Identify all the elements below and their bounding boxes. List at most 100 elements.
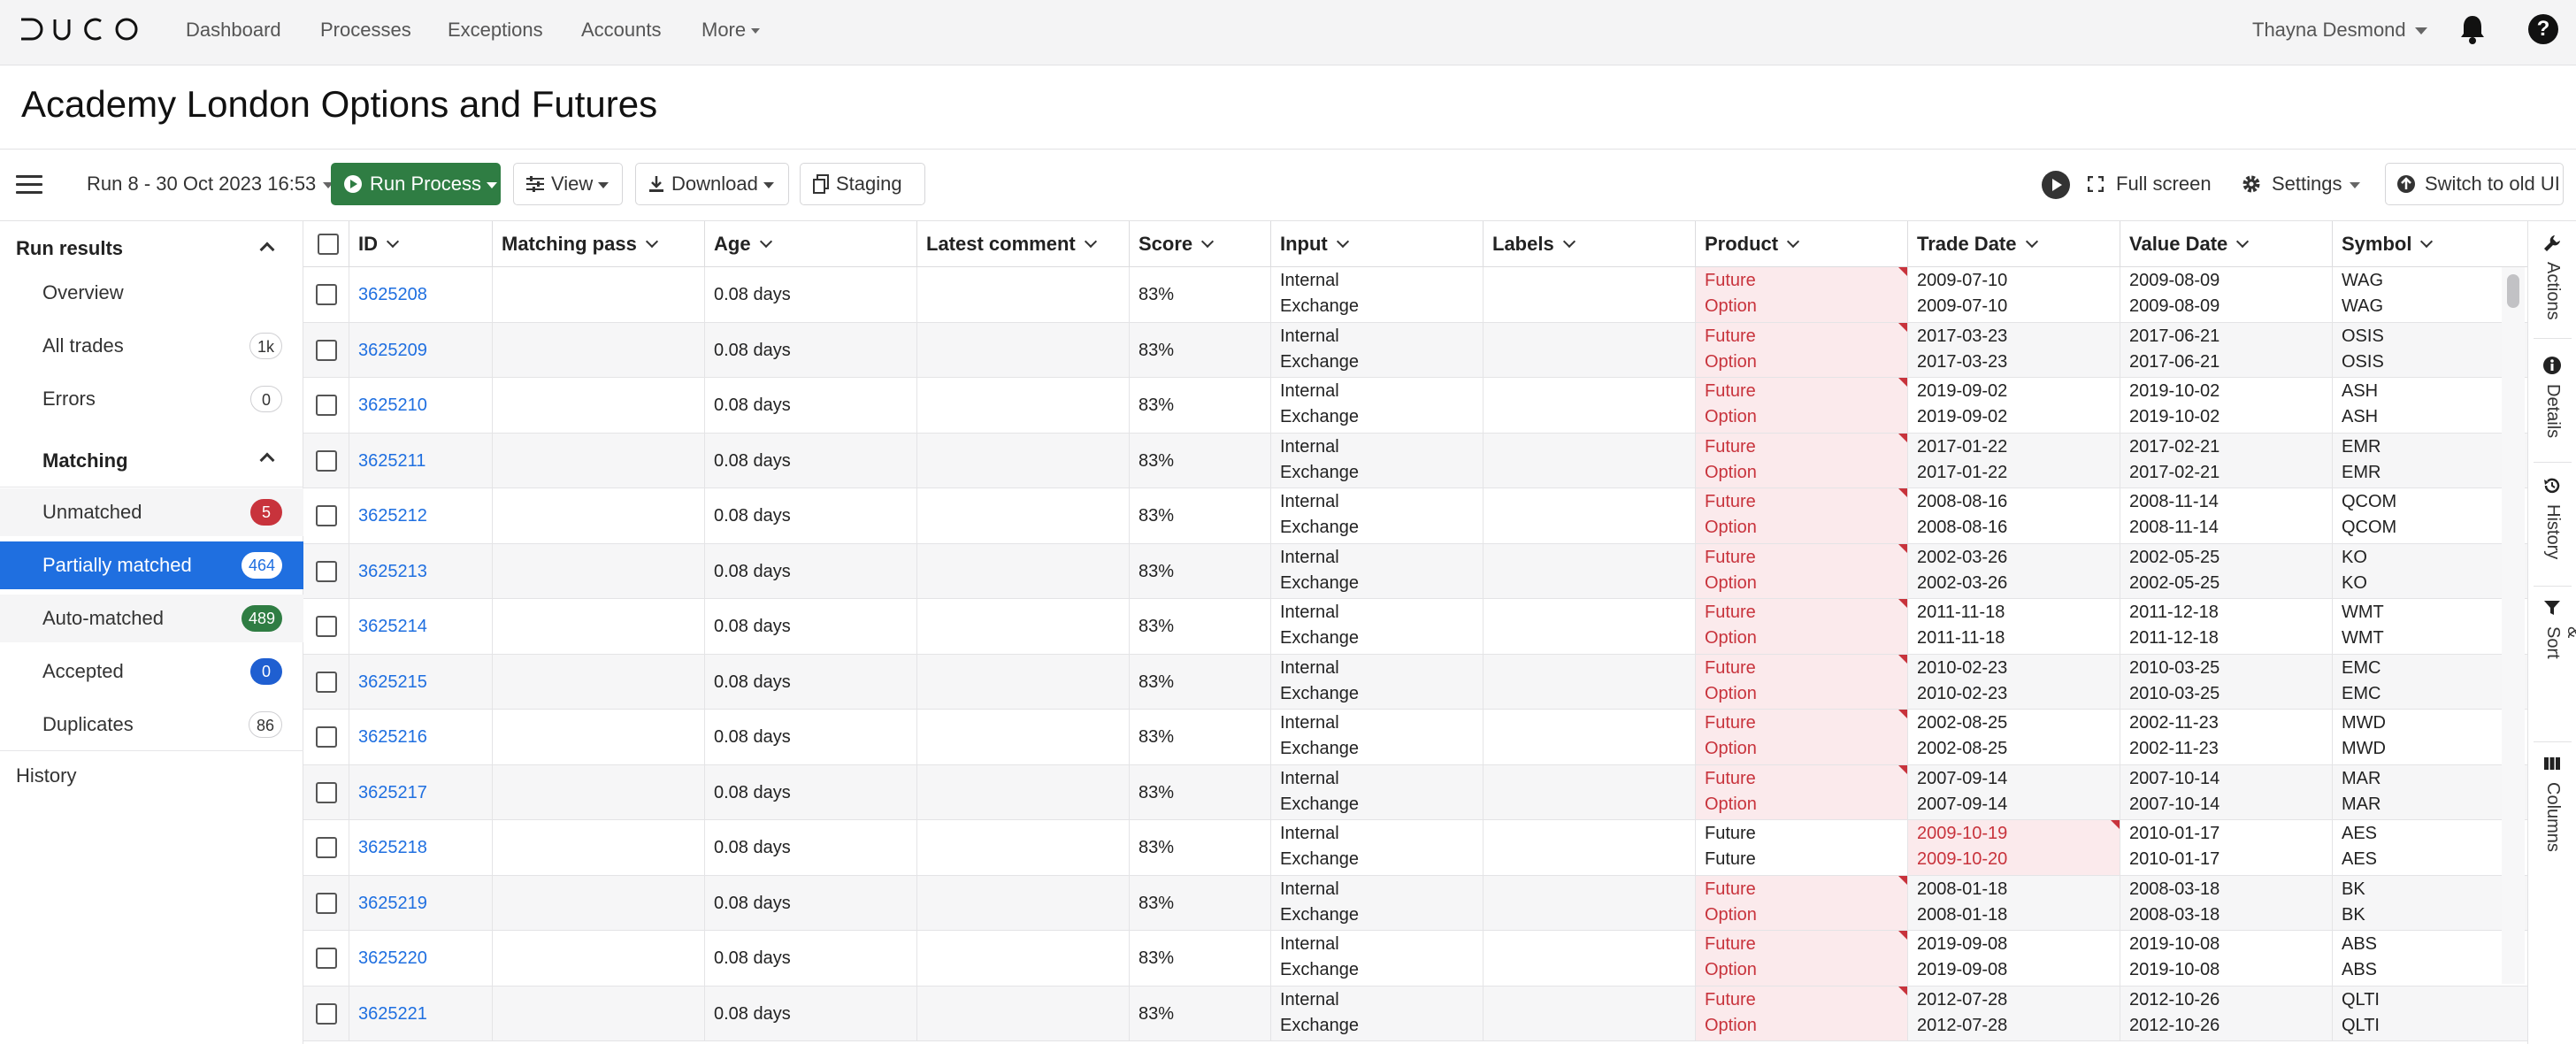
nav-processes[interactable]: Processes xyxy=(320,19,411,42)
trade-id-link[interactable]: 3625211 xyxy=(358,451,426,471)
nav-dashboard[interactable]: Dashboard xyxy=(186,19,281,42)
table-row[interactable]: 3625217 0.08 days 83% Internal Exchange Futur… xyxy=(303,764,2527,820)
table-row[interactable]: 3625221 0.08 days 83% Internal Exchange Futur… xyxy=(303,986,2527,1041)
row-checkbox[interactable] xyxy=(316,1002,337,1025)
table-row[interactable]: 3625210 0.08 days 83% Internal Exchange Futur… xyxy=(303,378,2527,434)
bell-icon[interactable] xyxy=(2459,14,2486,49)
table-row[interactable]: 3625219 0.08 days 83% Internal Exchange Futur… xyxy=(303,875,2527,931)
nav-exceptions[interactable]: Exceptions xyxy=(448,19,543,42)
run-selector[interactable]: Run 8 - 30 Oct 2023 16:53 xyxy=(87,173,334,196)
trade-id-link[interactable]: 3625212 xyxy=(358,506,427,526)
cell-line-2: 2008-11-14 xyxy=(2129,518,2219,537)
table-row[interactable]: 3625214 0.08 days 83% Internal Exchange Futur… xyxy=(303,599,2527,655)
trade-id-link[interactable]: 3625214 xyxy=(358,617,427,636)
matching-pass-cell xyxy=(493,875,705,930)
row-checkbox[interactable] xyxy=(316,781,337,803)
view-button[interactable]: View xyxy=(513,163,623,205)
row-checkbox[interactable] xyxy=(316,616,337,637)
column-header-score[interactable]: Score xyxy=(1130,221,1271,267)
full-screen-button[interactable]: Full screen xyxy=(2087,173,2212,196)
trade-id-link[interactable]: 3625208 xyxy=(358,285,427,304)
duco-logo[interactable] xyxy=(19,16,140,47)
table-row[interactable]: 3625215 0.08 days 83% Internal Exchange Futur… xyxy=(303,654,2527,710)
matching-pass-cell xyxy=(493,986,705,1040)
sidebar-item-errors[interactable]: Errors 0 xyxy=(0,375,303,423)
sidebar-item-unmatched[interactable]: Unmatched 5 xyxy=(0,488,303,536)
row-checkbox[interactable] xyxy=(316,395,337,416)
table-row[interactable]: 3625218 0.08 days 83% Internal Exchange Futur… xyxy=(303,820,2527,876)
settings-button[interactable]: Settings xyxy=(2242,173,2360,196)
run-process-button[interactable]: Run Process xyxy=(331,163,501,205)
trade-id-link[interactable]: 3625217 xyxy=(358,783,427,802)
table-row[interactable]: 3625212 0.08 days 83% Internal Exchange Futur… xyxy=(303,488,2527,544)
select-all-checkbox[interactable] xyxy=(318,234,339,255)
trade-id-link[interactable]: 3625220 xyxy=(358,948,427,968)
cell-line-1: Internal xyxy=(1280,989,1339,1009)
trade-id-link[interactable]: 3625219 xyxy=(358,894,427,913)
rail-label: History xyxy=(2543,504,2563,560)
trade-id-link[interactable]: 3625218 xyxy=(358,838,427,857)
sidebar-item-auto-matched[interactable]: Auto-matched 489 xyxy=(0,595,303,642)
score-cell: 83% xyxy=(1130,433,1271,487)
row-checkbox[interactable] xyxy=(316,505,337,526)
trade-id-link[interactable]: 3625215 xyxy=(358,672,427,692)
table-row[interactable]: 3625209 0.08 days 83% Internal Exchange Futur… xyxy=(303,322,2527,378)
row-checkbox[interactable] xyxy=(316,339,337,361)
play-icon[interactable] xyxy=(2042,171,2070,199)
row-checkbox[interactable] xyxy=(316,671,337,693)
help-icon[interactable]: ? xyxy=(2528,14,2558,44)
column-header-input[interactable]: Input xyxy=(1271,221,1484,267)
column-header-id[interactable]: ID xyxy=(349,221,493,267)
nav-accounts[interactable]: Accounts xyxy=(581,19,662,42)
sidebar-item-overview[interactable]: Overview xyxy=(0,269,303,317)
table-row[interactable]: 3625213 0.08 days 83% Internal Exchange Futur… xyxy=(303,543,2527,599)
column-header-matching-pass[interactable]: Matching pass xyxy=(493,221,705,267)
scrollbar-thumb[interactable] xyxy=(2507,274,2519,308)
run-results-heading[interactable]: Run results xyxy=(16,237,123,260)
sidebar-item-all-trades[interactable]: All trades 1k xyxy=(0,322,303,370)
trade-id-link[interactable]: 3625221 xyxy=(358,1004,427,1024)
table-row[interactable]: 3625216 0.08 days 83% Internal Exchange Futur… xyxy=(303,710,2527,765)
row-checkbox[interactable] xyxy=(316,449,337,472)
row-checkbox[interactable] xyxy=(316,284,337,305)
trade-id-link[interactable]: 3625209 xyxy=(358,341,427,360)
select-cell xyxy=(303,267,349,322)
column-header-trade-date[interactable]: Trade Date xyxy=(1908,221,2120,267)
table-row[interactable]: 3625220 0.08 days 83% Internal Exchange Futur… xyxy=(303,931,2527,986)
row-checkbox[interactable] xyxy=(316,560,337,582)
row-checkbox[interactable] xyxy=(316,837,337,858)
age-cell: 0.08 days xyxy=(705,820,917,875)
row-checkbox[interactable] xyxy=(316,892,337,914)
row-checkbox[interactable] xyxy=(316,726,337,748)
hamburger-menu-icon[interactable] xyxy=(16,175,42,199)
sidebar-item-duplicates[interactable]: Duplicates 86 xyxy=(0,701,303,748)
user-menu[interactable]: Thayna Desmond xyxy=(2252,19,2427,42)
trade-id-link[interactable]: 3625213 xyxy=(358,562,427,581)
trade-id-link[interactable]: 3625210 xyxy=(358,395,427,415)
row-checkbox[interactable] xyxy=(316,948,337,969)
switch-to-old-ui-button[interactable]: Switch to old UI xyxy=(2385,163,2564,205)
column-header-product[interactable]: Product xyxy=(1696,221,1908,267)
vertical-scrollbar[interactable] xyxy=(2502,267,2525,984)
trade-id-link[interactable]: 3625216 xyxy=(358,727,427,747)
trade-date-cell: 2002-03-26 2002-03-26 xyxy=(1908,543,2120,598)
column-header-value-date[interactable]: Value Date xyxy=(2120,221,2333,267)
sidebar-item-accepted[interactable]: Accepted 0 xyxy=(0,648,303,695)
staging-button[interactable]: Staging xyxy=(800,163,925,229)
cell-line-1: Internal xyxy=(1280,879,1339,899)
matching-heading[interactable]: Matching xyxy=(42,449,128,472)
table-row[interactable]: 3625208 0.08 days 83% Internal Exchange Futur… xyxy=(303,267,2527,323)
chevron-up-icon[interactable] xyxy=(259,452,275,468)
chevron-up-icon[interactable] xyxy=(259,242,275,257)
column-header-latest-comment[interactable]: Latest comment xyxy=(917,221,1130,267)
column-header-age[interactable]: Age xyxy=(705,221,917,267)
column-header-symbol[interactable]: Symbol xyxy=(2333,221,2527,267)
column-header-labels[interactable]: Labels xyxy=(1484,221,1696,267)
table-row[interactable]: 3625211 0.08 days 83% Internal Exchange Futur… xyxy=(303,433,2527,488)
id-cell: 3625209 xyxy=(349,322,493,377)
labels-cell xyxy=(1484,267,1696,322)
sidebar-item-partially-matched[interactable]: Partially matched 464 xyxy=(0,541,303,589)
download-button[interactable]: Download xyxy=(635,163,789,205)
sidebar-item-history[interactable]: History xyxy=(0,752,303,800)
nav-more[interactable]: More xyxy=(702,19,761,42)
